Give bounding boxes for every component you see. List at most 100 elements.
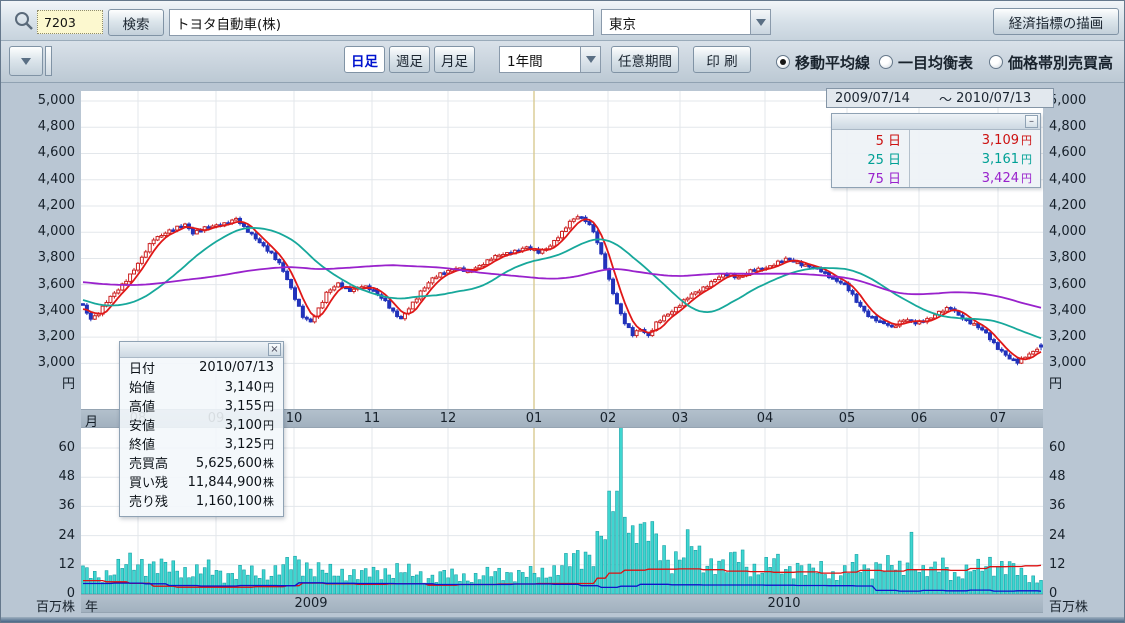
panel-collapse-button[interactable] <box>9 46 43 76</box>
custom-period-button[interactable]: 任意期間 <box>611 46 679 73</box>
month-label: 11 <box>360 411 384 426</box>
search-icon <box>13 10 35 32</box>
price-axis-label: 3,600 <box>1049 277 1119 293</box>
chevron-down-icon[interactable] <box>580 47 600 72</box>
legend-period-label: 25 日 <box>832 149 910 168</box>
radio-ichimoku[interactable]: 一目均衡表 <box>879 41 973 83</box>
price-axis-label: 4,400 <box>1049 172 1119 188</box>
year-axis-label: 年 <box>85 596 98 615</box>
tab-monthly[interactable]: 月足 <box>434 46 475 73</box>
tooltip-field-label: 売り残 <box>129 491 187 510</box>
radio-volume-by-price[interactable]: 価格帯別売買高 <box>989 41 1113 83</box>
year-label: 2009 <box>291 596 331 611</box>
window-bottom-edge <box>1 617 1124 622</box>
stock-name-input[interactable] <box>169 9 594 36</box>
legend-value: 3,424円 <box>910 170 1040 186</box>
volume-axis-unit: 百万株 <box>1 600 75 616</box>
month-label: 10 <box>282 411 306 426</box>
legend-row: 75 日3,424円 <box>832 168 1040 187</box>
tooltip-field-value: 5,625,600株 <box>187 455 274 471</box>
tooltip-field-value: 11,844,900株 <box>187 474 274 490</box>
legend-unit: 円 <box>1021 172 1032 185</box>
price-axis-label: 5,000 <box>1049 93 1119 109</box>
tooltip-header[interactable]: × <box>120 342 283 358</box>
stock-code-input[interactable] <box>37 10 103 34</box>
date-range-start: 2009/07/14 <box>827 91 939 106</box>
tab-weekly[interactable]: 週足 <box>389 46 430 73</box>
range-value: 1年間 <box>500 47 580 72</box>
tooltip-unit: 株 <box>263 495 274 508</box>
price-axis-label: 4,000 <box>1 224 75 240</box>
legend-header[interactable]: – <box>832 114 1040 130</box>
legend-period-label: 5 日 <box>832 130 910 149</box>
volume-axis-label: 48 <box>1049 469 1119 485</box>
tooltip-unit: 円 <box>263 438 274 451</box>
tab-daily[interactable]: 日足 <box>344 46 385 73</box>
tooltip-field-label: 安値 <box>129 415 187 434</box>
legend-row: 5 日3,109円 <box>832 130 1040 149</box>
radio-moving-average[interactable]: 移動平均線 <box>776 41 870 83</box>
price-axis-label: 3,000 <box>1049 355 1119 371</box>
volume-axis-label: 48 <box>1 469 75 485</box>
volume-axis-label: 60 <box>1 440 75 456</box>
price-axis-label: 4,200 <box>1 198 75 214</box>
radio-circle-icon[interactable] <box>776 55 790 69</box>
price-axis-label: 3,400 <box>1049 303 1119 319</box>
toolbar-chart-controls: 日足 週足 月足 1年間 任意期間 印 刷 移動平均線 一目均衡表価格帯別売買高 <box>1 41 1124 83</box>
print-button[interactable]: 印 刷 <box>693 46 751 73</box>
close-icon[interactable]: × <box>268 343 281 356</box>
chevron-down-icon[interactable] <box>750 10 770 34</box>
range-select[interactable]: 1年間 <box>499 46 601 73</box>
price-axis-label: 3,800 <box>1049 250 1119 266</box>
tooltip-field-value: 3,155円 <box>187 398 274 414</box>
minimize-icon[interactable]: – <box>1025 115 1038 128</box>
volume-axis-label: 24 <box>1049 528 1119 544</box>
tooltip-field-value: 2010/07/13 <box>187 360 274 375</box>
price-axis-label: 5,000 <box>1 93 75 109</box>
legend-unit: 円 <box>1021 153 1032 166</box>
radio-circle-icon[interactable] <box>989 55 1003 69</box>
legend-row: 25 日3,161円 <box>832 149 1040 168</box>
tooltip-row: 終値3,125円 <box>120 434 283 453</box>
tooltip-row: 始値3,140円 <box>120 377 283 396</box>
tooltip-row: 高値3,155円 <box>120 396 283 415</box>
tooltip-field-label: 日付 <box>129 358 187 377</box>
search-button[interactable]: 検索 <box>108 9 164 36</box>
panel-splitter-handle[interactable] <box>45 46 52 76</box>
year-axis-strip: 年 2009 2010 <box>81 594 1043 613</box>
economic-indicator-button[interactable]: 経済指標の描画 <box>993 8 1119 35</box>
volume-axis-label: 36 <box>1049 498 1119 514</box>
month-label: 12 <box>436 411 460 426</box>
tooltip-field-value: 3,125円 <box>187 436 274 452</box>
tooltip-unit: 株 <box>263 457 274 470</box>
price-axis-label: 4,200 <box>1049 198 1119 214</box>
legend-period-label: 75 日 <box>832 168 910 187</box>
tooltip-row: 買い残11,844,900株 <box>120 472 283 491</box>
exchange-select[interactable]: 東京 <box>601 9 771 35</box>
price-axis-label: 4,600 <box>1 145 75 161</box>
tooltip-field-label: 買い残 <box>129 472 187 491</box>
exchange-value: 東京 <box>602 10 750 34</box>
tooltip-field-label: 高値 <box>129 396 187 415</box>
price-axis-label: 3,600 <box>1 277 75 293</box>
volume-axis-label: 12 <box>1 557 75 573</box>
month-label: 01 <box>522 411 546 426</box>
chevron-down-icon <box>21 58 31 65</box>
tooltip-field-label: 終値 <box>129 434 187 453</box>
price-axis-label: 3,800 <box>1 250 75 266</box>
legend-value: 3,161円 <box>910 151 1040 167</box>
price-axis-unit: 円 <box>1049 377 1119 393</box>
price-axis-label: 3,200 <box>1 329 75 345</box>
month-label: 06 <box>907 411 931 426</box>
volume-axis-label: 12 <box>1049 557 1119 573</box>
ohlc-tooltip: × 日付2010/07/13始値3,140円高値3,155円安値3,100円終値… <box>119 341 284 517</box>
radio-label: 一目均衡表 <box>898 52 973 73</box>
stock-chart-app: 検索 東京 経済指標の描画 日足 週足 月足 1年間 任意期間 印 刷 移動平均… <box>0 0 1125 623</box>
tooltip-field-value: 3,140円 <box>187 379 274 395</box>
radio-circle-icon[interactable] <box>879 55 893 69</box>
chart-region: 月 080910111201020304050607 年 20092010 20… <box>1 83 1124 622</box>
legend-value: 3,109円 <box>910 132 1040 148</box>
date-range-box: 2009/07/14 ～ 2010/07/13 <box>826 88 1054 108</box>
year-label: 2010 <box>764 596 804 611</box>
tooltip-row: 日付2010/07/13 <box>120 358 283 377</box>
